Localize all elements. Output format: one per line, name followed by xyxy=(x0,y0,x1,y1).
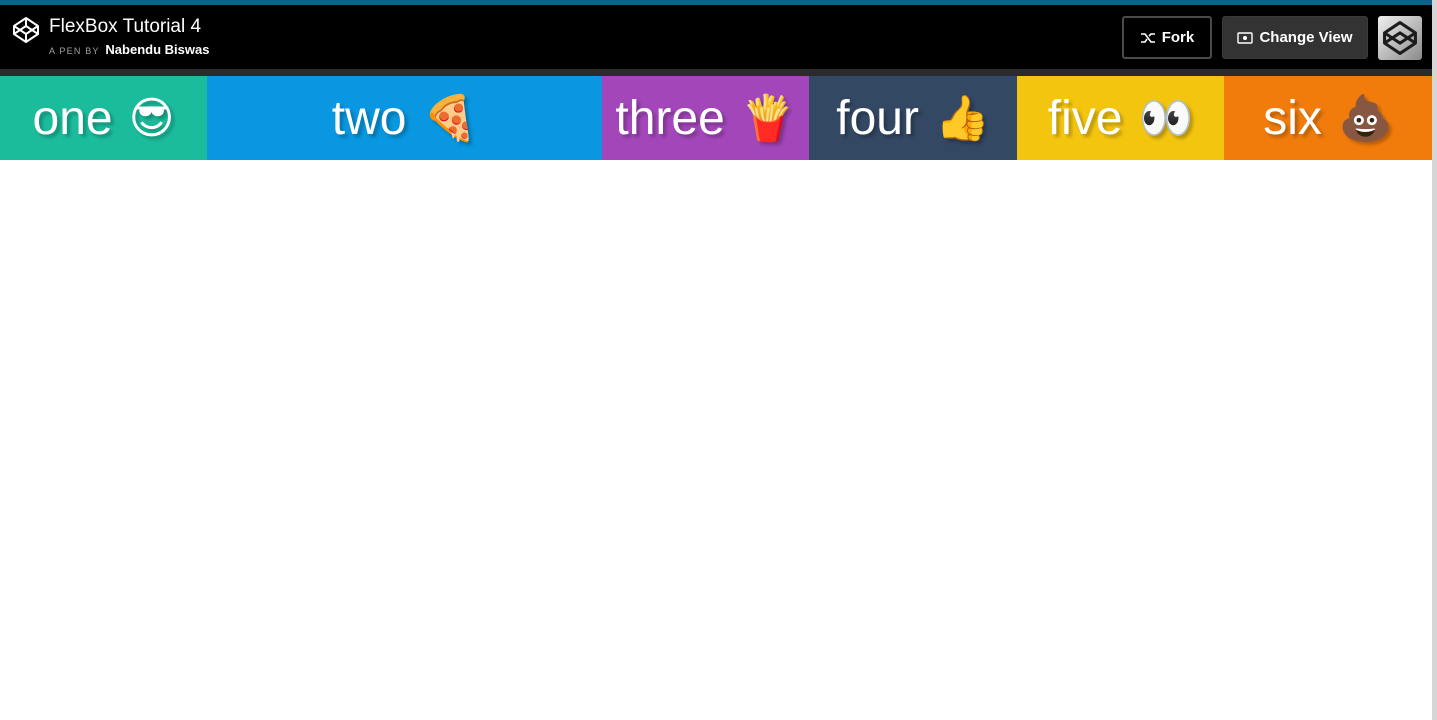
header-separator xyxy=(0,69,1432,76)
fork-button[interactable]: Fork xyxy=(1122,16,1212,59)
box-one: one 😎 xyxy=(0,76,207,160)
poop-emoji-icon: 💩 xyxy=(1337,94,1393,143)
box-label: one xyxy=(32,91,113,145)
codepen-avatar-icon xyxy=(1383,21,1417,55)
pen-byline: A PEN BY Nabendu Biswas xyxy=(49,43,209,59)
box-label: four xyxy=(836,91,919,145)
eye-icon xyxy=(1237,31,1254,44)
codepen-logo-icon[interactable] xyxy=(12,16,40,44)
box-label: six xyxy=(1263,91,1322,145)
box-label: three xyxy=(615,91,725,145)
box-six: six 💩 xyxy=(1224,76,1432,160)
page-scrollbar[interactable] xyxy=(1432,0,1437,720)
sunglasses-emoji-icon: 😎 xyxy=(128,93,175,143)
fork-label: Fork xyxy=(1161,29,1195,46)
box-label: five xyxy=(1047,91,1123,145)
change-view-button[interactable]: Change View xyxy=(1222,16,1368,59)
box-two: two 🍕 xyxy=(207,76,602,160)
eyes-emoji-icon: 👀 xyxy=(1138,94,1194,143)
box-three: three 🍟 xyxy=(602,76,809,160)
box-label: two xyxy=(331,91,407,145)
box-five: five 👀 xyxy=(1017,76,1224,160)
user-avatar[interactable] xyxy=(1378,16,1422,60)
fork-icon xyxy=(1140,32,1156,44)
codepen-header: FlexBox Tutorial 4 A PEN BY Nabendu Bisw… xyxy=(0,5,1432,69)
pen-title[interactable]: FlexBox Tutorial 4 xyxy=(49,16,201,38)
fries-emoji-icon: 🍟 xyxy=(740,94,796,143)
flex-container: one 😎 two 🍕 three 🍟 four 👍 five 👀 six 💩 xyxy=(0,76,1432,160)
change-view-label: Change View xyxy=(1259,29,1353,46)
box-four: four 👍 xyxy=(809,76,1017,160)
byline-prefix: A PEN BY xyxy=(49,46,100,56)
thumbs-up-emoji-icon: 👍 xyxy=(934,94,990,143)
pizza-emoji-icon: 🍕 xyxy=(422,94,478,143)
author-link[interactable]: Nabendu Biswas xyxy=(105,42,209,57)
